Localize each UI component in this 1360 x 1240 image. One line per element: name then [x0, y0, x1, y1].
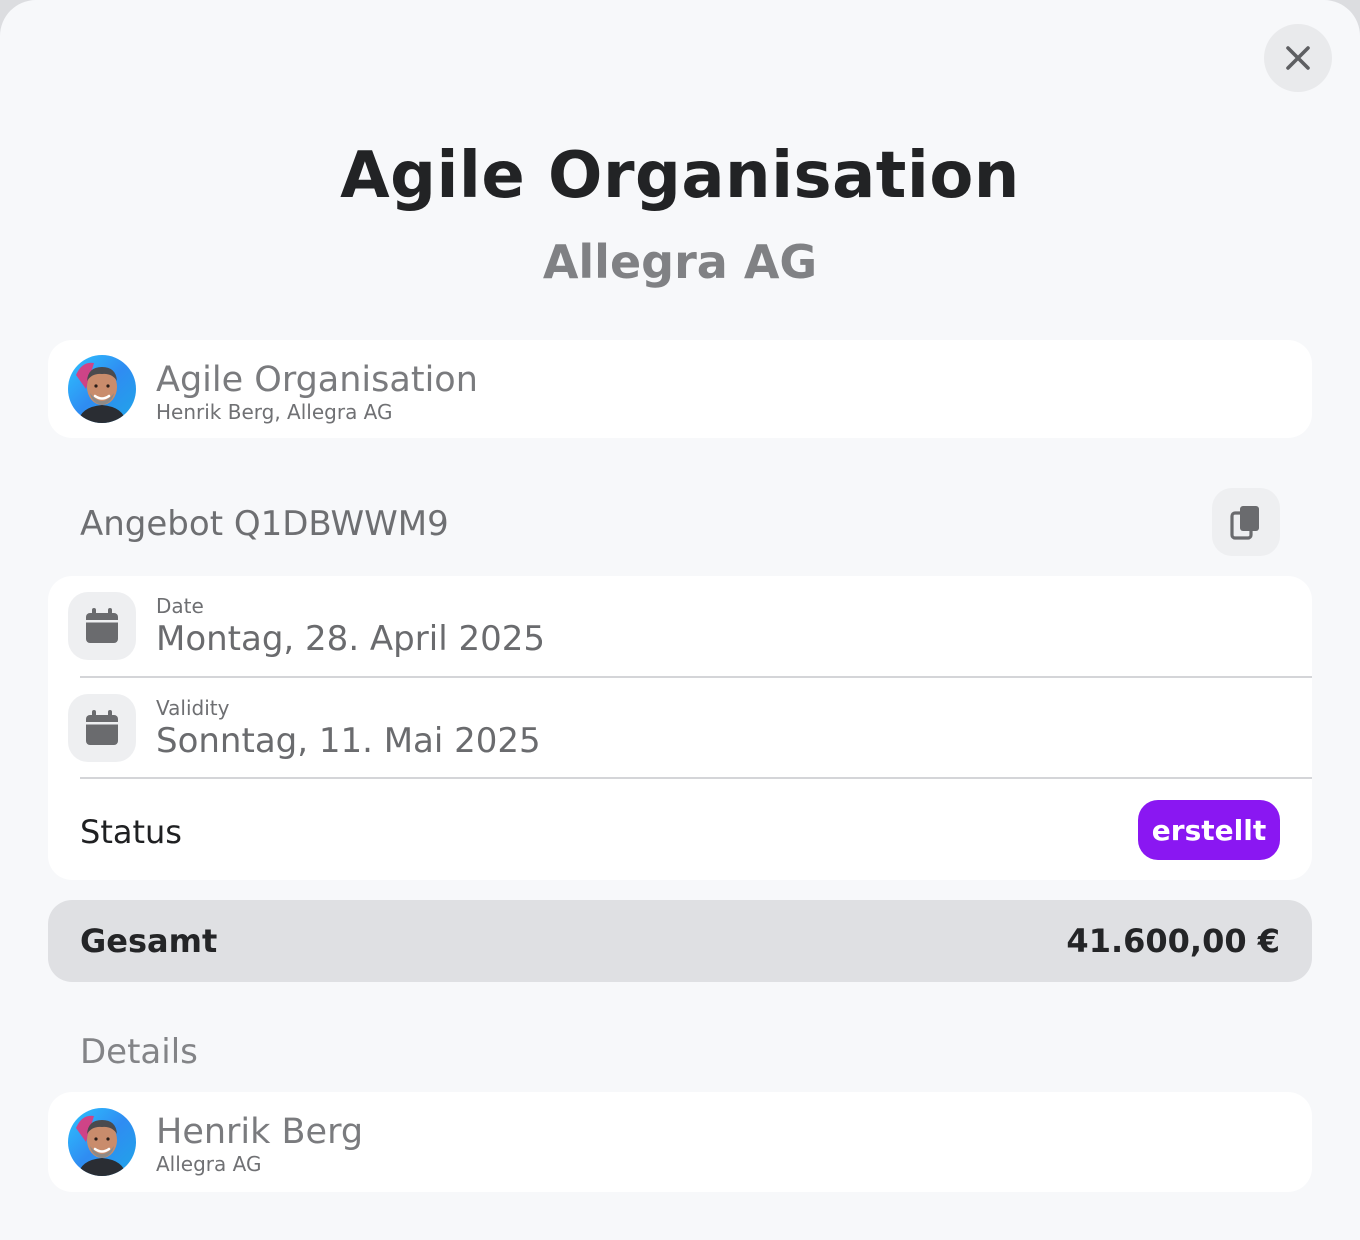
offer-number: Angebot Q1DBWWM9: [80, 504, 449, 544]
contact-subtitle: Henrik Berg, Allegra AG: [156, 400, 393, 424]
validity-value: Sonntag, 11. Mai 2025: [156, 721, 541, 761]
contact-card[interactable]: Agile Organisation Henrik Berg, Allegra …: [48, 340, 1312, 438]
total-value: 41.600,00 €: [1066, 922, 1280, 960]
status-label: Status: [80, 813, 182, 851]
validity-label: Validity: [156, 696, 230, 720]
person-name: Henrik Berg: [156, 1112, 364, 1152]
person-company: Allegra AG: [156, 1152, 262, 1176]
total-label: Gesamt: [80, 922, 218, 960]
offer-detail-sheet: Agile Organisation Allegra AG Agile Orga…: [0, 0, 1360, 1240]
avatar: [68, 1108, 136, 1176]
copy-icon: [1230, 506, 1259, 540]
divider: [80, 777, 1312, 779]
calendar-icon: [86, 710, 118, 745]
status-badge: erstellt: [1138, 800, 1280, 860]
validity-icon-box: [68, 694, 136, 762]
date-icon-box: [68, 592, 136, 660]
divider: [80, 676, 1312, 678]
close-icon: [1286, 46, 1310, 70]
details-person-card[interactable]: Henrik Berg Allegra AG: [48, 1092, 1312, 1192]
avatar: [68, 355, 136, 423]
page-title: Agile Organisation: [340, 139, 1020, 213]
details-heading: Details: [80, 1032, 198, 1072]
copy-button[interactable]: [1212, 488, 1280, 556]
calendar-icon: [86, 608, 118, 643]
date-label: Date: [156, 594, 204, 618]
offer-info-card: Date Montag, 28. April 2025 Validity Son…: [48, 576, 1312, 880]
page-subtitle: Allegra AG: [542, 235, 818, 289]
contact-name: Agile Organisation: [156, 360, 478, 400]
date-value: Montag, 28. April 2025: [156, 619, 545, 659]
close-button[interactable]: [1264, 24, 1332, 92]
total-bar: Gesamt 41.600,00 €: [48, 900, 1312, 982]
